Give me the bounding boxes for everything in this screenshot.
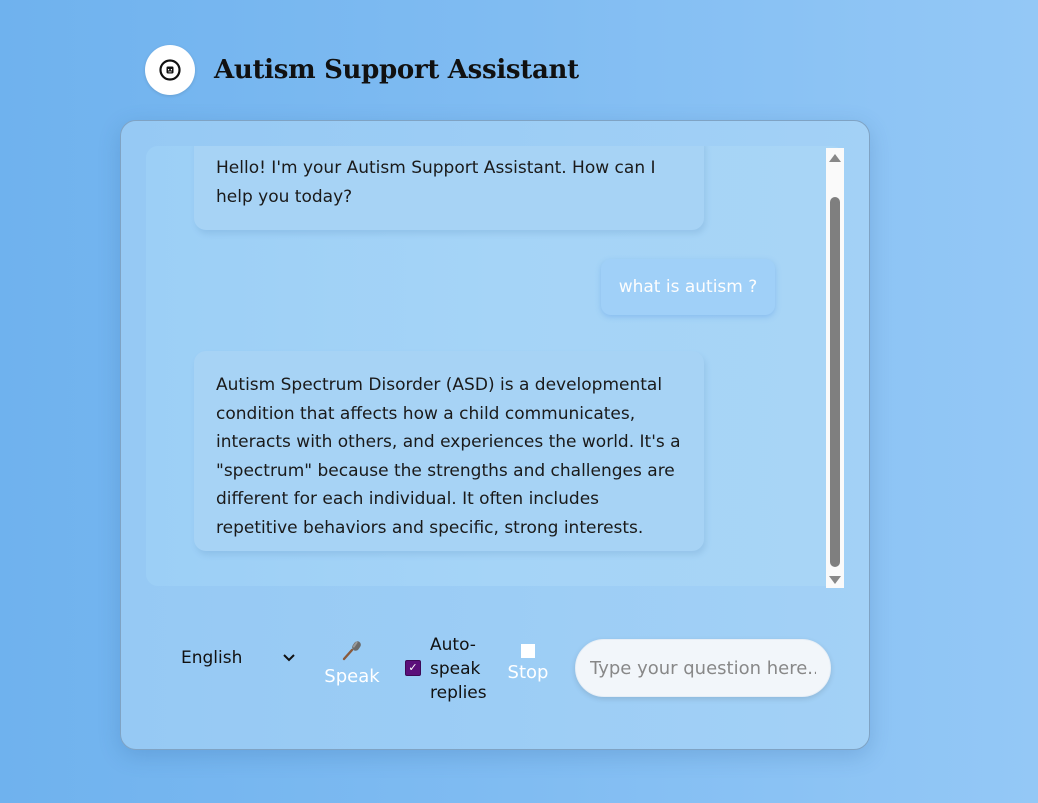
app-header: Autism Support Assistant xyxy=(145,45,579,95)
speak-label: Speak xyxy=(324,666,380,687)
robot-icon xyxy=(145,45,195,95)
chat-messages[interactable]: Hello! I'm your Autism Support Assistant… xyxy=(146,146,844,586)
chat-controls: English Speak ✓ Auto-speak replies Stop xyxy=(121,611,869,726)
question-input[interactable] xyxy=(575,639,831,697)
assistant-message: Autism Spectrum Disorder (ASD) is a deve… xyxy=(194,351,704,551)
scrollbar-thumb[interactable] xyxy=(830,197,840,567)
chat-scrollbar[interactable] xyxy=(826,148,844,588)
language-select-value: English xyxy=(181,648,243,668)
chat-panel: Hello! I'm your Autism Support Assistant… xyxy=(120,120,870,750)
autospeak-toggle[interactable]: ✓ Auto-speak replies xyxy=(405,633,492,705)
assistant-message: Hello! I'm your Autism Support Assistant… xyxy=(194,146,704,230)
speak-button[interactable]: Speak xyxy=(324,639,380,687)
stop-button[interactable]: Stop xyxy=(506,641,550,683)
user-message: what is autism ? xyxy=(601,259,775,315)
autospeak-label: Auto-speak replies xyxy=(430,635,487,703)
scroll-down-arrow-icon[interactable] xyxy=(829,576,841,584)
stop-square-icon xyxy=(521,644,535,658)
page-title: Autism Support Assistant xyxy=(214,55,579,85)
stop-label: Stop xyxy=(507,662,549,683)
scroll-up-arrow-icon[interactable] xyxy=(829,154,841,162)
language-select[interactable]: English xyxy=(181,647,295,669)
autospeak-checkbox[interactable]: ✓ xyxy=(405,660,421,676)
microphone-icon xyxy=(324,639,380,665)
chevron-down-icon xyxy=(283,650,295,666)
